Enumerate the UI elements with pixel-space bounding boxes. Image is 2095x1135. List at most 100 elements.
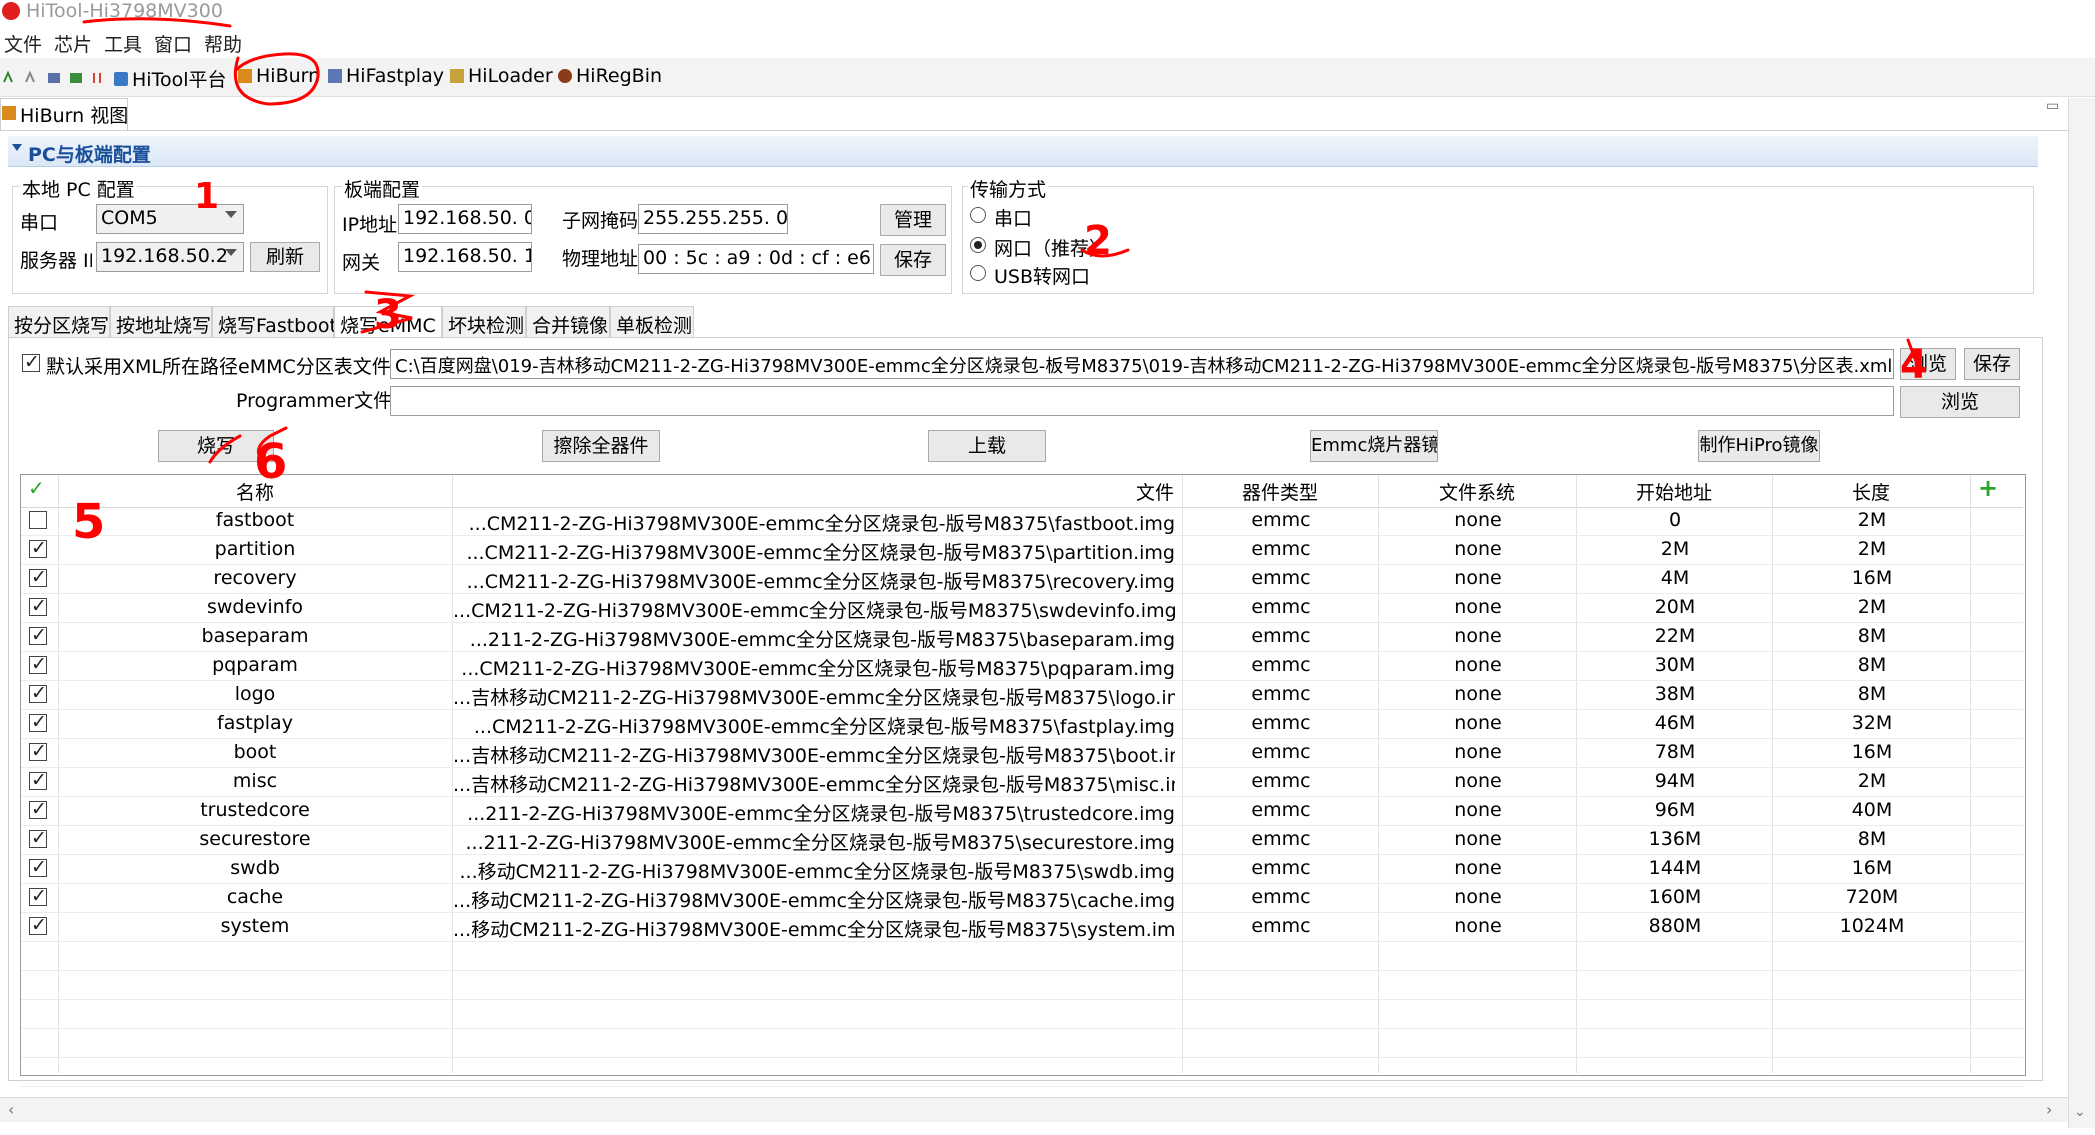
radio-usb-network-label[interactable]: USB转网口 [994, 262, 1090, 289]
default-xml-path-label[interactable]: 默认采用XML所在路径 [46, 352, 238, 379]
row-checkbox[interactable] [29, 624, 47, 646]
connect-icon[interactable] [3, 70, 13, 83]
minimize-view-icon[interactable]: ▭ [2046, 98, 2059, 114]
column-header-start-address[interactable]: 开始地址 [1576, 478, 1772, 505]
refresh-button[interactable]: 刷新 [250, 242, 320, 272]
row-checkbox[interactable] [29, 511, 47, 529]
select-all-check-icon[interactable]: ✓ [28, 476, 45, 500]
row-checkbox[interactable] [29, 711, 47, 733]
partition-save-button[interactable]: 保存 [1964, 348, 2020, 380]
row-checkbox[interactable] [29, 682, 47, 704]
hitool-platform-button[interactable]: HiTool平台 [114, 65, 226, 92]
server-ip-select[interactable]: 192.168.50.2 [96, 242, 244, 272]
row-checkbox[interactable] [29, 769, 47, 791]
menu-tools[interactable]: 工具 [104, 30, 142, 57]
radio-network-label[interactable]: 网口（推荐） [994, 234, 1108, 261]
table-row[interactable]: baseparam ...211-2-ZG-Hi3798MV300E-emmc全分… [21, 622, 2023, 652]
programmer-file-field[interactable] [390, 386, 1894, 416]
hifastplay-button[interactable]: HiFastplay [328, 65, 444, 87]
scroll-down-icon[interactable]: ⌄ [2074, 1104, 2086, 1120]
radio-network[interactable] [970, 237, 986, 253]
row-checkbox[interactable] [29, 856, 47, 878]
table-row[interactable]: fastplay ...CM211-2-ZG-Hi3798MV300E-emmc全… [21, 709, 2023, 739]
pc-board-config-header[interactable] [8, 136, 2038, 167]
cell-start-address: 2M [1660, 538, 1690, 560]
programmer-browse-button[interactable]: 浏览 [1900, 386, 2020, 418]
hiburn-button[interactable]: HiBurn [238, 65, 320, 87]
column-header-name[interactable]: 名称 [58, 478, 452, 505]
tab-merge-image[interactable]: 合并镜像 [526, 306, 610, 338]
board-icon[interactable] [48, 73, 60, 83]
collapse-chevron-icon[interactable] [12, 144, 22, 151]
radio-serial[interactable] [970, 207, 986, 223]
partition-browse-button[interactable]: 浏览 [1900, 348, 1956, 380]
scroll-left-icon[interactable]: ‹ [8, 1100, 14, 1119]
emmc-programmer-image-button[interactable]: Emmc烧片器镜 [1310, 430, 1438, 462]
menu-window[interactable]: 窗口 [154, 30, 192, 57]
menu-help[interactable]: 帮助 [204, 30, 242, 57]
board-save-button[interactable]: 保存 [880, 244, 946, 276]
burn-button[interactable]: 烧写 [158, 430, 274, 462]
tab-burn-fastboot[interactable]: 烧写Fastboot [212, 306, 337, 338]
column-header-length[interactable]: 长度 [1772, 478, 1970, 505]
table-row[interactable]: trustedcore ...211-2-ZG-Hi3798MV300E-emmc… [21, 796, 2023, 826]
row-checkbox[interactable] [29, 885, 47, 907]
table-row[interactable]: fastboot ...CM211-2-ZG-Hi3798MV300E-emmc全… [21, 506, 2023, 536]
scroll-right-icon[interactable]: › [2046, 1100, 2052, 1119]
sync-icon[interactable] [93, 73, 101, 83]
table-row[interactable]: securestore ...211-2-ZG-Hi3798MV300E-emmc… [21, 825, 2023, 855]
add-row-icon[interactable]: + [1978, 474, 1998, 502]
hitool-platform-label: HiTool平台 [132, 69, 227, 91]
tab-burn-by-address[interactable]: 按地址烧写 [110, 306, 212, 338]
tab-bad-block-check[interactable]: 坏块检测 [442, 306, 526, 338]
row-checkbox[interactable] [29, 740, 47, 762]
mac-address-field[interactable]: 00 : 5c : a9 : 0d : cf : e6 [638, 244, 874, 274]
tab-board-check[interactable]: 单板检测 [610, 306, 694, 338]
manage-button[interactable]: 管理 [880, 204, 946, 236]
tab-burn-emmc[interactable]: 烧写eMMC [334, 306, 442, 338]
table-row[interactable]: misc ...吉林移动CM211-2-ZG-Hi3798MV300E-emmc全… [21, 767, 2023, 797]
terminal-icon[interactable] [70, 73, 82, 83]
row-checkbox[interactable] [29, 537, 47, 559]
table-row[interactable]: boot ...吉林移动CM211-2-ZG-Hi3798MV300E-emmc全… [21, 738, 2023, 768]
row-checkbox[interactable] [29, 827, 47, 849]
serial-port-select[interactable]: COM5 [96, 204, 244, 234]
cell-filesystem: none [1454, 828, 1502, 850]
menu-chip[interactable]: 芯片 [54, 30, 92, 57]
vertical-scrollbar[interactable] [2068, 98, 2095, 1128]
radio-serial-label[interactable]: 串口 [994, 204, 1032, 231]
emmc-partition-file-field[interactable]: C:\百度网盘\019-吉林移动CM211-2-ZG-Hi3798MV300E-… [390, 349, 1894, 379]
table-row[interactable]: swdb ...移动CM211-2-ZG-Hi3798MV300E-emmc全分区… [21, 854, 2023, 884]
table-row[interactable]: logo ...吉林移动CM211-2-ZG-Hi3798MV300E-emmc全… [21, 680, 2023, 710]
row-checkbox[interactable] [29, 798, 47, 820]
table-row[interactable]: swdevinfo ...CM211-2-ZG-Hi3798MV300E-emmc… [21, 593, 2023, 623]
gateway-field[interactable]: 192.168.50. 1 [398, 242, 532, 272]
row-checkbox[interactable] [29, 595, 47, 617]
horizontal-scrollbar[interactable] [0, 1097, 2068, 1122]
column-header-device-type[interactable]: 器件类型 [1182, 478, 1378, 505]
cell-name: system [220, 915, 290, 937]
table-row[interactable]: system ...移动CM211-2-ZG-Hi3798MV300E-emmc全… [21, 912, 2023, 942]
tab-burn-by-partition[interactable]: 按分区烧写 [8, 306, 110, 338]
make-hipro-image-button[interactable]: 制作HiPro镜像 [1698, 430, 1820, 462]
radio-usb-network[interactable] [970, 265, 986, 281]
hiregbin-button[interactable]: HiRegBin [558, 65, 662, 87]
table-row[interactable]: recovery ...CM211-2-ZG-Hi3798MV300E-emmc全… [21, 564, 2023, 594]
row-checkbox[interactable] [29, 653, 47, 675]
upload-button[interactable]: 上载 [928, 430, 1046, 462]
column-header-filesystem[interactable]: 文件系统 [1378, 478, 1576, 505]
row-checkbox[interactable] [29, 914, 47, 936]
subnet-mask-field[interactable]: 255.255.255. 0 [638, 204, 788, 234]
default-xml-path-checkbox[interactable] [22, 351, 40, 373]
table-row[interactable]: partition ...CM211-2-ZG-Hi3798MV300E-emmc… [21, 535, 2023, 565]
row-checkbox[interactable] [29, 566, 47, 588]
column-header-file[interactable]: 文件 [452, 478, 1174, 505]
ip-address-field[interactable]: 192.168.50. 0 [398, 204, 532, 234]
hiloader-button[interactable]: HiLoader [450, 65, 553, 87]
table-row[interactable]: cache ...移动CM211-2-ZG-Hi3798MV300E-emmc全分… [21, 883, 2023, 913]
menu-file[interactable]: 文件 [4, 30, 42, 57]
erase-all-button[interactable]: 擦除全器件 [542, 430, 660, 462]
cell-file: ...CM211-2-ZG-Hi3798MV300E-emmc全分区烧录包-版号… [466, 571, 1175, 593]
table-row[interactable]: pqparam ...CM211-2-ZG-Hi3798MV300E-emmc全分… [21, 651, 2023, 681]
disconnect-icon[interactable] [25, 70, 35, 83]
